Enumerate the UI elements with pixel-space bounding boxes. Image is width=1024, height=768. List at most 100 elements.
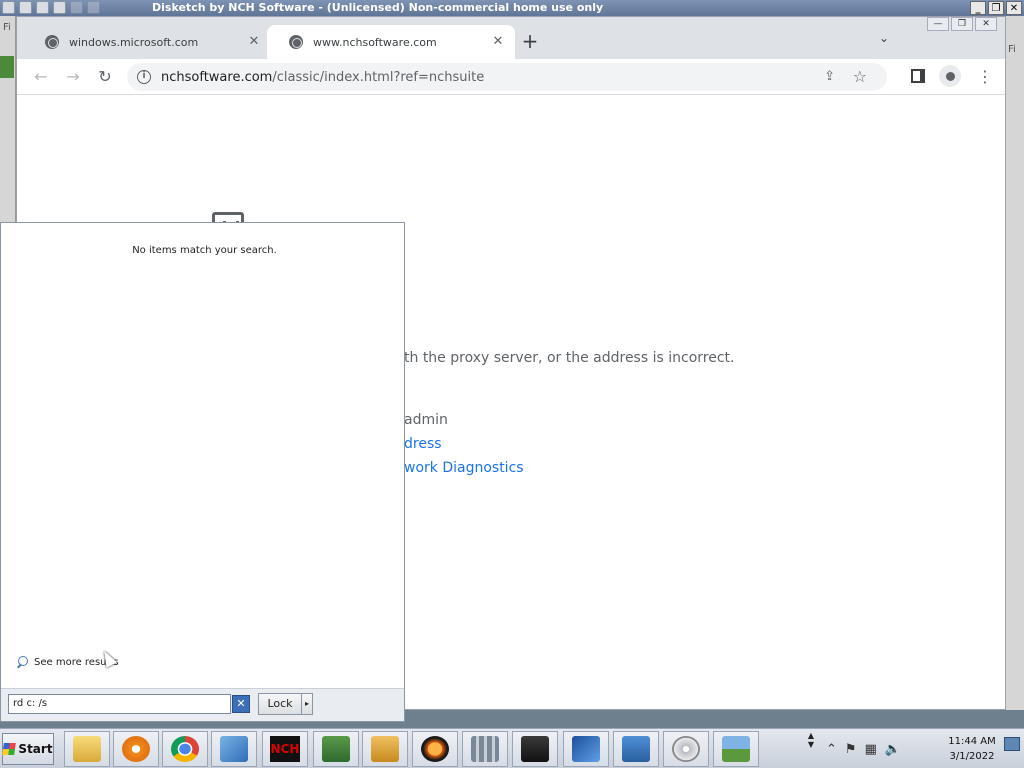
lock-button[interactable]: Lock: [258, 693, 302, 715]
globe-icon: [289, 35, 303, 49]
pen-icon: [572, 736, 600, 762]
start-search-input[interactable]: rd c: /s: [8, 694, 231, 714]
network-icon[interactable]: ▦: [865, 742, 877, 757]
chrome-icon: [171, 736, 199, 762]
show-desktop-button[interactable]: [1004, 737, 1020, 751]
browser-window-controls: — ❐ ✕: [927, 17, 997, 31]
folder-icon: [73, 736, 101, 762]
profile-avatar-icon[interactable]: [939, 65, 961, 87]
start-menu-bottom-bar: rd c: /s ✕ Lock ▸: [1, 688, 404, 721]
browser-toolbar: ← → ↻ i nchsoftware.com /classic/index.h…: [17, 59, 1005, 95]
start-button[interactable]: Start: [2, 733, 54, 765]
tab-title: windows.microsoft.com: [69, 35, 199, 49]
forward-button[interactable]: →: [63, 67, 83, 87]
side-panel-icon[interactable]: [911, 69, 925, 83]
taskbar: Start NCH ▲ ▼ ⌃ ⚑ ▦ 🔈 11:44 AM 3/1/2022: [0, 728, 1024, 768]
flag-icon[interactable]: ⚑: [845, 742, 857, 757]
system-tray: ⌃ ⚑ ▦ 🔈: [822, 731, 940, 767]
signature-pad-icon: [521, 736, 549, 762]
taskbar-nch-software[interactable]: NCH: [262, 731, 308, 767]
save-icon[interactable]: [53, 1, 66, 14]
up-arrow-icon[interactable]: ⌃: [826, 742, 837, 757]
site-info-icon[interactable]: i: [137, 70, 151, 84]
background-window-controls: _ ❐ ✕: [970, 1, 1022, 15]
undo-icon[interactable]: [70, 1, 83, 14]
suggestion-admin: admin: [404, 412, 448, 428]
start-menu: No items match your search. See more res…: [0, 222, 405, 722]
taskbar-image-viewer[interactable]: [713, 731, 759, 767]
tab-windows-microsoft[interactable]: windows.microsoft.com ✕: [23, 25, 271, 59]
back-button[interactable]: ←: [31, 67, 51, 87]
disc-icon: [672, 736, 700, 762]
error-message: th the proxy server, or the address is i…: [404, 350, 735, 366]
nch-logo-icon: NCH: [270, 736, 300, 762]
reload-button[interactable]: ↻: [95, 67, 115, 87]
tab-search-button[interactable]: ⌄: [879, 31, 889, 45]
globe-icon: [45, 35, 59, 49]
start-label: Start: [18, 742, 53, 756]
url-path: /classic/index.html?ref=nchsuite: [272, 69, 485, 85]
clear-search-icon[interactable]: ✕: [232, 695, 250, 713]
new-icon[interactable]: [19, 1, 32, 14]
new-tab-button[interactable]: +: [519, 31, 541, 53]
quick-toolbar: [2, 1, 100, 14]
clock-time: 11:44 AM: [948, 736, 996, 747]
volume-icon[interactable]: 🔈: [885, 742, 901, 757]
bookmark-star-icon[interactable]: ☆: [853, 67, 867, 86]
taskbar-sun-app[interactable]: [412, 731, 458, 767]
suggestion-network-diagnostics-link[interactable]: work Diagnostics: [404, 460, 524, 476]
no-results-message: No items match your search.: [132, 245, 277, 256]
suggestion-check-address-link[interactable]: dress: [404, 436, 442, 452]
taskbar-scroll-arrows[interactable]: ▲ ▼: [804, 731, 818, 767]
restore-button[interactable]: ❐: [988, 1, 1004, 15]
background-window-titlebar: Disketch by NCH Software - (Unlicensed) …: [0, 0, 1024, 16]
toolbar-icon-fragment: [0, 56, 14, 78]
tab-title: www.nchsoftware.com: [313, 35, 437, 49]
close-tab-icon[interactable]: ✕: [491, 35, 505, 49]
background-window-right-edge: Fi: [1006, 16, 1024, 710]
sun-icon: [421, 736, 449, 762]
close-button[interactable]: ✕: [975, 17, 997, 31]
taskbar-flowchart-app[interactable]: [613, 731, 659, 767]
taskbar-signature-app[interactable]: [512, 731, 558, 767]
menu-fragment: Fi: [3, 22, 11, 33]
close-tab-icon[interactable]: ✕: [247, 35, 261, 49]
browser-menu-icon[interactable]: ⋮: [977, 67, 993, 86]
media-player-icon: [122, 736, 150, 762]
background-window-title: Disketch by NCH Software - (Unlicensed) …: [152, 1, 604, 14]
taskbar-chrome[interactable]: [162, 731, 208, 767]
address-bar[interactable]: i nchsoftware.com /classic/index.html?re…: [127, 63, 887, 91]
app-icon[interactable]: [2, 1, 15, 14]
taskbar-explorer[interactable]: [64, 731, 110, 767]
clock-date: 3/1/2022: [949, 751, 995, 762]
url-host: nchsoftware.com: [161, 69, 273, 85]
taskbar-archive-app[interactable]: [362, 731, 408, 767]
taskbar-disc-app[interactable]: [663, 731, 709, 767]
tab-nchsoftware[interactable]: www.nchsoftware.com ✕: [267, 25, 515, 59]
windows-logo-icon: [2, 743, 17, 755]
minimize-button[interactable]: _: [970, 1, 986, 15]
redo-icon[interactable]: [87, 1, 100, 14]
box-icon: [371, 736, 399, 762]
open-icon[interactable]: [36, 1, 49, 14]
taskbar-pen-app[interactable]: [563, 731, 609, 767]
search-icon: [16, 656, 28, 668]
search-results-pane: No items match your search. See more res…: [6, 226, 403, 688]
close-button[interactable]: ✕: [1006, 1, 1022, 15]
share-icon[interactable]: ⇪: [824, 69, 835, 84]
taskbar-calculator[interactable]: [462, 731, 508, 767]
id-card-icon: [322, 736, 350, 762]
picture-icon: [722, 736, 750, 762]
tab-strip: windows.microsoft.com ✕ www.nchsoftware.…: [17, 17, 1005, 59]
menu-fragment-right: Fi: [1008, 44, 1016, 55]
taskbar-media-player[interactable]: [113, 731, 159, 767]
clock[interactable]: 11:44 AM 3/1/2022: [944, 734, 1000, 764]
taskbar-control-panel[interactable]: [211, 731, 257, 767]
maximize-button[interactable]: ❐: [951, 17, 973, 31]
taskbar-id-card-app[interactable]: [313, 731, 359, 767]
flowchart-icon: [622, 736, 650, 762]
minimize-button[interactable]: —: [927, 17, 949, 31]
control-panel-icon: [220, 736, 248, 762]
shutdown-options-arrow-icon[interactable]: ▸: [301, 693, 313, 715]
calculator-icon: [471, 736, 499, 762]
